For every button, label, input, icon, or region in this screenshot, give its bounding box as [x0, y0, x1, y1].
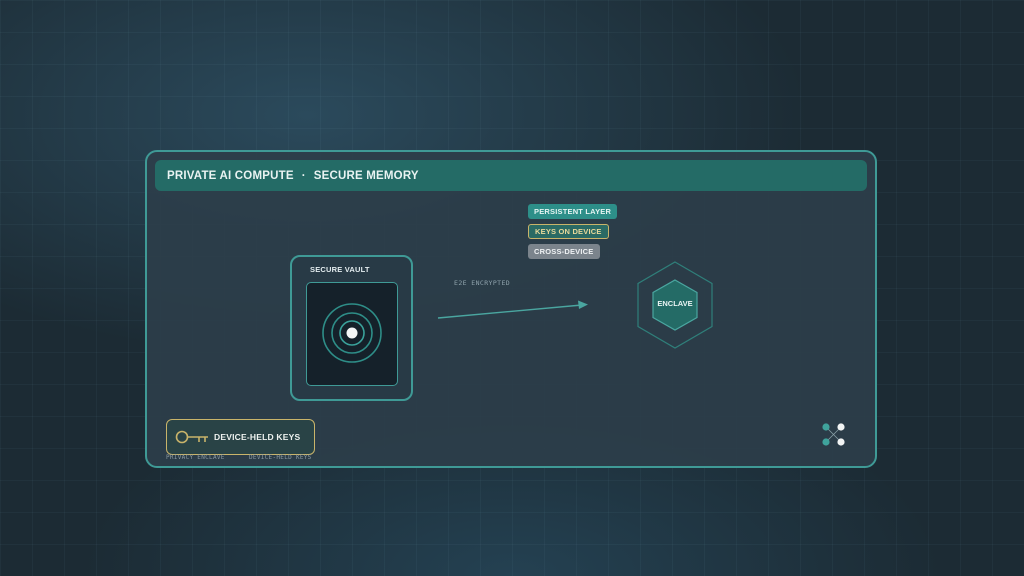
vault-screen — [306, 282, 398, 386]
e2e-encrypted-label: E2E ENCRYPTED — [454, 279, 511, 287]
vault-label: SECURE VAULT — [310, 265, 370, 274]
concentric-rings-icon — [322, 303, 382, 363]
panel-header: PRIVATE AI COMPUTE · SECURE MEMORY — [155, 160, 867, 191]
key-icon — [175, 430, 208, 444]
main-panel: PRIVATE AI COMPUTE · SECURE MEMORY PERSI… — [145, 150, 877, 468]
four-dot-logo-icon — [822, 423, 845, 446]
header-title-right: SECURE MEMORY — [313, 169, 419, 182]
device-held-keys-box: DEVICE-HELD KEYS — [166, 419, 315, 455]
encryption-arrow-icon — [437, 300, 588, 319]
badge-cross-device: CROSS-DEVICE — [528, 244, 600, 259]
footnote-device-held-keys: DEVICE-HELD KEYS — [249, 454, 312, 461]
footnote-privacy-enclave: PRIVACY ENCLAVE — [166, 454, 225, 461]
header-separator: · — [301, 169, 306, 182]
device-held-keys-label: DEVICE-HELD KEYS — [214, 432, 301, 442]
enclave-label: ENCLAVE — [657, 299, 693, 308]
badge-keys-on-device: KEYS ON DEVICE — [528, 224, 609, 239]
header-title-left: PRIVATE AI COMPUTE — [167, 169, 294, 182]
badge-persistent-layer: PERSISTENT LAYER — [528, 204, 618, 219]
secure-vault: SECURE VAULT — [290, 255, 413, 401]
